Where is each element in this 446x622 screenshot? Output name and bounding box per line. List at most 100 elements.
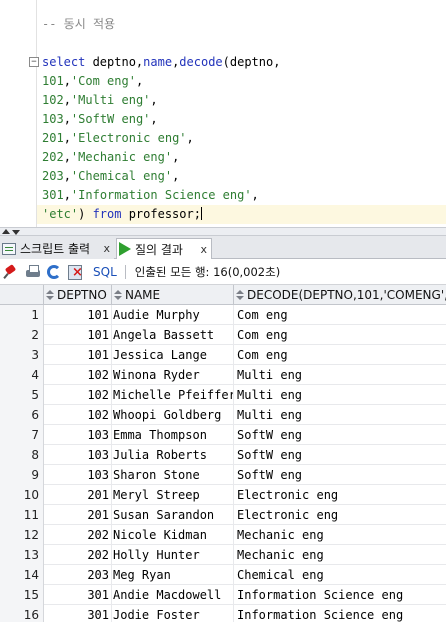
table-row[interactable]: 5 102 Michelle Pfeiffer Multi eng: [0, 385, 446, 405]
code-line[interactable]: 202,'Mechanic eng',: [42, 148, 179, 167]
code-line[interactable]: 103,'SoftW eng',: [42, 110, 158, 129]
tab-script-output[interactable]: 스크립트 출력 x: [0, 238, 114, 259]
cell-deptno[interactable]: 103: [44, 445, 112, 465]
table-row[interactable]: 3 101 Jessica Lange Com eng: [0, 345, 446, 365]
cell-deptno[interactable]: 202: [44, 545, 112, 565]
row-number[interactable]: 11: [0, 505, 44, 525]
row-number[interactable]: 6: [0, 405, 44, 425]
cell-decode[interactable]: SoftW eng: [234, 465, 446, 485]
sort-icon[interactable]: [114, 290, 122, 300]
print-icon[interactable]: [25, 264, 41, 280]
close-tab-icon[interactable]: x: [200, 243, 207, 256]
cell-name[interactable]: Julia Roberts: [112, 445, 234, 465]
table-row[interactable]: 11 201 Susan Sarandon Electronic eng: [0, 505, 446, 525]
code-area[interactable]: -- 동시 적용 select deptno,name,decode(deptn…: [42, 0, 280, 221]
panel-splitter[interactable]: [0, 227, 446, 236]
row-number[interactable]: 8: [0, 445, 44, 465]
table-row[interactable]: 6 102 Whoopi Goldberg Multi eng: [0, 405, 446, 425]
cell-name[interactable]: Audie Murphy: [112, 305, 234, 325]
column-header-name[interactable]: NAME: [112, 285, 234, 305]
sort-icon[interactable]: [46, 290, 54, 300]
cell-decode[interactable]: Com eng: [234, 305, 446, 325]
row-number[interactable]: 10: [0, 485, 44, 505]
cell-decode[interactable]: Multi eng: [234, 365, 446, 385]
cell-name[interactable]: Meryl Streep: [112, 485, 234, 505]
code-line[interactable]: 301,'Information Science eng',: [42, 186, 259, 205]
row-number-header[interactable]: [0, 285, 44, 305]
cell-deptno[interactable]: 301: [44, 585, 112, 605]
cell-deptno[interactable]: 102: [44, 365, 112, 385]
cell-name[interactable]: Michelle Pfeiffer: [112, 385, 234, 405]
cell-name[interactable]: Sharon Stone: [112, 465, 234, 485]
cell-deptno[interactable]: 101: [44, 325, 112, 345]
cell-name[interactable]: Holly Hunter: [112, 545, 234, 565]
table-row[interactable]: 4 102 Winona Ryder Multi eng: [0, 365, 446, 385]
cell-name[interactable]: Meg Ryan: [112, 565, 234, 585]
cell-deptno[interactable]: 301: [44, 605, 112, 622]
code-line[interactable]: 203,'Chemical eng',: [42, 167, 179, 186]
cell-decode[interactable]: Multi eng: [234, 385, 446, 405]
cell-decode[interactable]: Electronic eng: [234, 505, 446, 525]
cell-decode[interactable]: Multi eng: [234, 405, 446, 425]
sql-button[interactable]: SQL: [93, 265, 117, 279]
cell-deptno[interactable]: 202: [44, 525, 112, 545]
table-row[interactable]: 14 203 Meg Ryan Chemical eng: [0, 565, 446, 585]
row-number[interactable]: 16: [0, 605, 44, 622]
pin-icon[interactable]: [3, 264, 19, 280]
table-row[interactable]: 16 301 Jodie Foster Information Science eng: [0, 605, 446, 622]
close-tab-icon[interactable]: x: [103, 242, 110, 255]
code-line[interactable]: 101,'Com eng',: [42, 72, 143, 91]
code-line[interactable]: 'etc') from professor;: [42, 205, 202, 224]
row-number[interactable]: 5: [0, 385, 44, 405]
cell-decode[interactable]: Chemical eng: [234, 565, 446, 585]
table-row[interactable]: 10 201 Meryl Streep Electronic eng: [0, 485, 446, 505]
cell-name[interactable]: Susan Sarandon: [112, 505, 234, 525]
row-number[interactable]: 12: [0, 525, 44, 545]
cell-name[interactable]: Jessica Lange: [112, 345, 234, 365]
row-number[interactable]: 7: [0, 425, 44, 445]
row-number[interactable]: 3: [0, 345, 44, 365]
code-line[interactable]: select deptno,name,decode(deptno,: [42, 53, 280, 72]
cell-decode[interactable]: SoftW eng: [234, 425, 446, 445]
table-row[interactable]: 13 202 Holly Hunter Mechanic eng: [0, 545, 446, 565]
row-number[interactable]: 14: [0, 565, 44, 585]
cancel-query-icon[interactable]: [67, 264, 83, 280]
row-number[interactable]: 2: [0, 325, 44, 345]
code-line[interactable]: 201,'Electronic eng',: [42, 129, 194, 148]
cell-decode[interactable]: Com eng: [234, 345, 446, 365]
row-number[interactable]: 1: [0, 305, 44, 325]
cell-deptno[interactable]: 201: [44, 505, 112, 525]
table-row[interactable]: 1 101 Audie Murphy Com eng: [0, 305, 446, 325]
row-number[interactable]: 15: [0, 585, 44, 605]
cell-deptno[interactable]: 103: [44, 425, 112, 445]
cell-decode[interactable]: Com eng: [234, 325, 446, 345]
cell-name[interactable]: Winona Ryder: [112, 365, 234, 385]
cell-deptno[interactable]: 101: [44, 345, 112, 365]
collapse-down-icon[interactable]: [12, 230, 20, 235]
sql-editor[interactable]: − -- 동시 적용 select deptno,name,decode(dep…: [0, 0, 446, 227]
fold-toggle-icon[interactable]: −: [29, 57, 39, 67]
table-row[interactable]: 9 103 Sharon Stone SoftW eng: [0, 465, 446, 485]
table-row[interactable]: 7 103 Emma Thompson SoftW eng: [0, 425, 446, 445]
refresh-icon[interactable]: [47, 265, 61, 279]
cell-decode[interactable]: Information Science eng: [234, 605, 446, 622]
cell-deptno[interactable]: 101: [44, 305, 112, 325]
table-row[interactable]: 2 101 Angela Bassett Com eng: [0, 325, 446, 345]
cell-name[interactable]: Nicole Kidman: [112, 525, 234, 545]
cell-deptno[interactable]: 203: [44, 565, 112, 585]
cell-name[interactable]: Jodie Foster: [112, 605, 234, 622]
cell-decode[interactable]: Electronic eng: [234, 485, 446, 505]
column-header-decode[interactable]: DECODE(DEPTNO,101,'COMENG',: [234, 285, 446, 305]
tab-query-result[interactable]: 질의 결과 x: [116, 238, 212, 259]
table-row[interactable]: 12 202 Nicole Kidman Mechanic eng: [0, 525, 446, 545]
collapse-up-icon[interactable]: [2, 229, 10, 234]
cell-decode[interactable]: Mechanic eng: [234, 525, 446, 545]
cell-decode[interactable]: Mechanic eng: [234, 545, 446, 565]
cell-deptno[interactable]: 103: [44, 465, 112, 485]
row-number[interactable]: 4: [0, 365, 44, 385]
cell-deptno[interactable]: 102: [44, 405, 112, 425]
cell-deptno[interactable]: 201: [44, 485, 112, 505]
cell-name[interactable]: Angela Bassett: [112, 325, 234, 345]
column-header-deptno[interactable]: DEPTNO: [44, 285, 112, 305]
cell-deptno[interactable]: 102: [44, 385, 112, 405]
